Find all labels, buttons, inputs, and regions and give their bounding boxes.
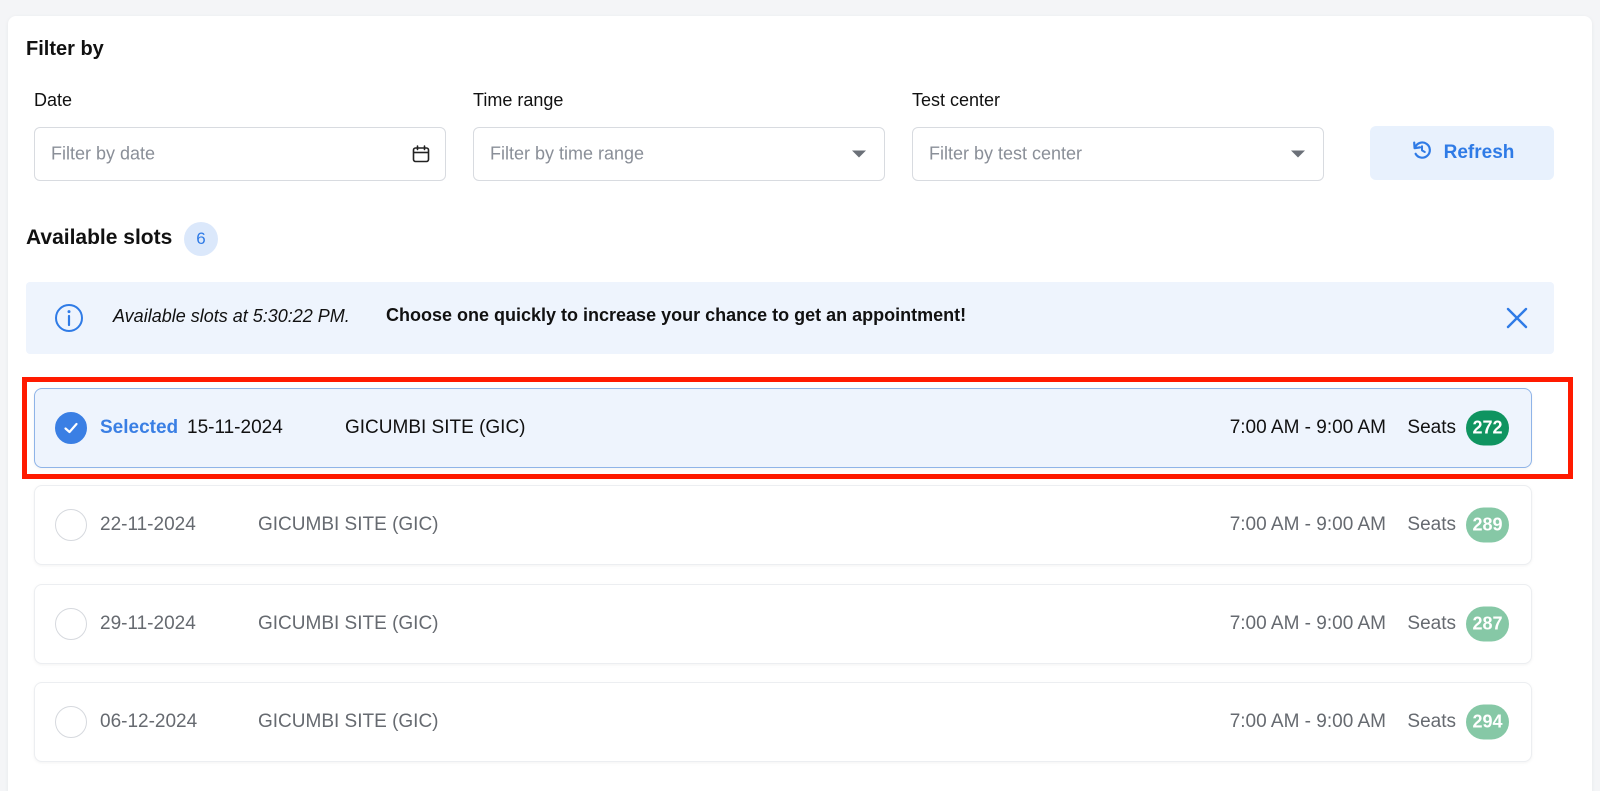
- slot-radio-checked[interactable]: [55, 412, 87, 444]
- time-range-placeholder: Filter by time range: [490, 143, 645, 164]
- test-center-label: Test center: [912, 90, 1001, 110]
- test-center-select[interactable]: Filter by test center: [912, 127, 1324, 181]
- slot-time: 7:00 AM - 9:00 AM: [1229, 711, 1386, 732]
- slot-seats-label: Seats: [1407, 711, 1456, 732]
- slot-site: GICUMBI SITE (GIC): [345, 417, 526, 438]
- time-range-select[interactable]: Filter by time range: [473, 127, 885, 181]
- slot-row[interactable]: 29-11-2024 GICUMBI SITE (GIC) 7:00 AM - …: [34, 584, 1532, 664]
- slot-time: 7:00 AM - 9:00 AM: [1229, 417, 1386, 438]
- slot-site: GICUMBI SITE (GIC): [258, 711, 439, 732]
- chevron-down-icon[interactable]: [852, 150, 870, 158]
- slot-selected-label: Selected: [100, 417, 179, 438]
- calendar-icon[interactable]: [411, 144, 431, 164]
- date-filter-placeholder: Filter by date: [51, 143, 156, 164]
- slot-seats-badge: 294: [1466, 704, 1509, 740]
- slot-date: 15-11-2024: [187, 417, 283, 438]
- slot-date: 22-11-2024: [100, 514, 196, 535]
- filter-title: Filter by: [26, 38, 104, 60]
- slot-radio[interactable]: [55, 706, 87, 738]
- test-center-placeholder: Filter by test center: [929, 143, 1083, 164]
- slot-row[interactable]: 06-12-2024 GICUMBI SITE (GIC) 7:00 AM - …: [34, 682, 1532, 762]
- slot-date: 29-11-2024: [100, 613, 196, 634]
- slot-seats-badge: 289: [1466, 507, 1509, 543]
- slot-site: GICUMBI SITE (GIC): [258, 514, 439, 535]
- refresh-icon: [1410, 138, 1434, 168]
- refresh-button[interactable]: Refresh: [1370, 126, 1554, 180]
- slot-time: 7:00 AM - 9:00 AM: [1229, 613, 1386, 634]
- date-label: Date: [34, 90, 73, 110]
- info-time-text: Available slots at 5:30:22 PM.: [113, 306, 350, 326]
- slot-row[interactable]: Selected 15-11-2024 GICUMBI SITE (GIC) 7…: [34, 388, 1532, 468]
- chevron-down-icon[interactable]: [1291, 150, 1309, 158]
- slot-radio[interactable]: [55, 509, 87, 541]
- slot-time: 7:00 AM - 9:00 AM: [1229, 514, 1386, 535]
- slot-seats-label: Seats: [1407, 417, 1456, 438]
- date-filter-input[interactable]: Filter by date: [34, 127, 446, 181]
- refresh-label: Refresh: [1443, 142, 1515, 163]
- slots-count-badge: 6: [184, 222, 218, 256]
- slot-seats-badge: 287: [1466, 606, 1509, 642]
- time-range-label: Time range: [473, 90, 564, 110]
- info-banner: Available slots at 5:30:22 PM. Choose on…: [26, 282, 1554, 354]
- slot-site: GICUMBI SITE (GIC): [258, 613, 439, 634]
- available-slots-title: Available slots: [26, 226, 173, 249]
- close-icon[interactable]: [1506, 307, 1528, 334]
- slot-seats-label: Seats: [1407, 613, 1456, 634]
- slot-seats-badge: 272: [1466, 410, 1509, 446]
- check-icon: [64, 422, 78, 434]
- slot-date: 06-12-2024: [100, 711, 198, 732]
- slot-radio[interactable]: [55, 608, 87, 640]
- info-icon: [54, 303, 84, 338]
- slot-row[interactable]: 22-11-2024 GICUMBI SITE (GIC) 7:00 AM - …: [34, 485, 1532, 565]
- info-cta-text: Choose one quickly to increase your chan…: [386, 305, 967, 325]
- slot-seats-label: Seats: [1407, 514, 1456, 535]
